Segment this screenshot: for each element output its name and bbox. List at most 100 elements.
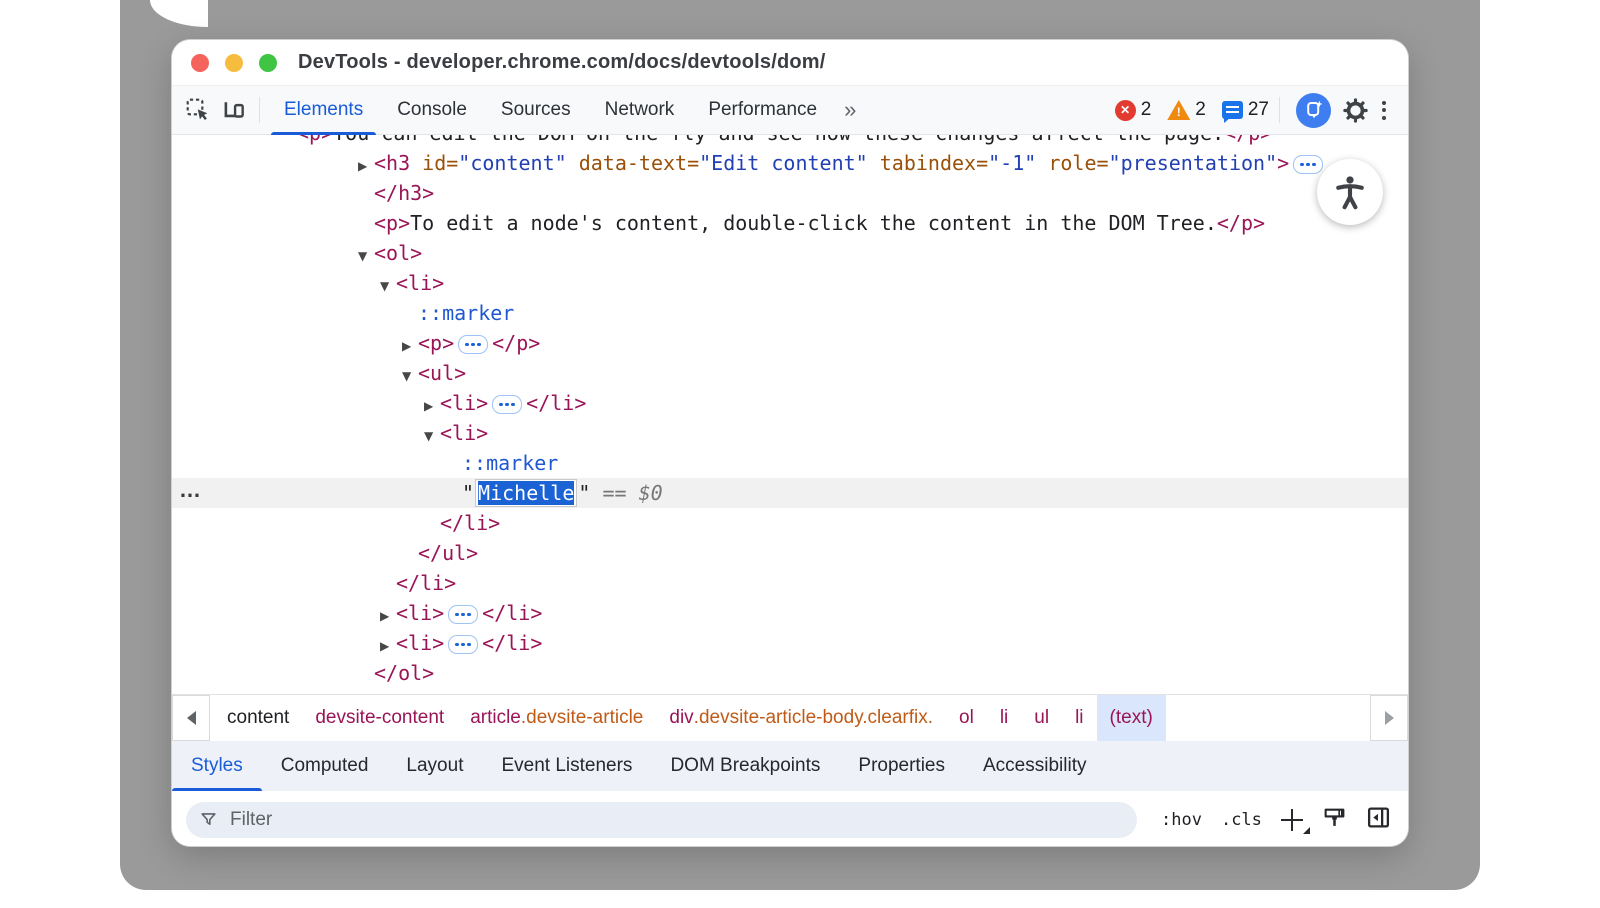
- style-brush-icon[interactable]: [1322, 805, 1347, 835]
- selected-text-value: Michelle: [478, 481, 574, 505]
- accessibility-overlay-button[interactable]: [1317, 159, 1383, 225]
- inspect-element-icon[interactable]: [180, 92, 216, 128]
- breadcrumb-item[interactable]: div.devsite-article-body.clearfix.: [656, 695, 946, 741]
- dom-tree-row[interactable]: ▶<li></li>: [172, 388, 1408, 418]
- breadcrumb-item[interactable]: devsite-content: [302, 695, 457, 741]
- breadcrumb-prev-icon[interactable]: [172, 695, 210, 741]
- expand-arrow-icon[interactable]: ▶: [380, 601, 396, 631]
- dom-tree-row[interactable]: ::marker: [172, 298, 1408, 328]
- issues-badge[interactable]: 27: [1222, 99, 1269, 121]
- breadcrumb-part: li: [1075, 707, 1083, 729]
- inline-expand-ellipsis-button[interactable]: [458, 335, 488, 354]
- inline-expand-ellipsis-button[interactable]: [492, 395, 522, 414]
- code-segment-text: ": [462, 481, 474, 505]
- tab-event-listeners[interactable]: Event Listeners: [482, 741, 651, 791]
- error-badge[interactable]: ✕ 2: [1115, 99, 1152, 121]
- code-segment-text: You can edit the DOM on the fly and see …: [333, 135, 1224, 145]
- code-segment-val: "presentation": [1109, 151, 1278, 175]
- tab-network[interactable]: Network: [588, 86, 692, 134]
- dom-tree-row[interactable]: ▼<li>: [172, 418, 1408, 448]
- collapse-arrow-icon[interactable]: ▼: [424, 421, 440, 451]
- close-window-button[interactable]: [191, 54, 209, 72]
- dock-side-icon[interactable]: [1366, 805, 1391, 835]
- tab-sources[interactable]: Sources: [484, 86, 588, 134]
- ai-assistant-icon[interactable]: [1296, 93, 1331, 128]
- code-segment-tag: >: [1277, 151, 1289, 175]
- tab-styles[interactable]: Styles: [172, 741, 262, 791]
- expand-arrow-icon[interactable]: ▶: [380, 631, 396, 661]
- tab-properties[interactable]: Properties: [839, 741, 964, 791]
- code-segment-tag: <p>: [297, 135, 333, 145]
- error-count: 2: [1141, 99, 1152, 121]
- code-segment-tag: <p>: [418, 331, 454, 355]
- dom-tree-row[interactable]: </li>: [172, 508, 1408, 538]
- dom-tree-row[interactable]: ▶<h3 id="content" data-text="Edit conten…: [172, 148, 1408, 178]
- zoom-window-button[interactable]: [259, 54, 277, 72]
- dom-tree-row[interactable]: ▼<ol>: [172, 238, 1408, 268]
- tab-elements[interactable]: Elements: [267, 86, 380, 134]
- window-title: DevTools - developer.chrome.com/docs/dev…: [298, 51, 826, 74]
- dom-tree-row[interactable]: ▶<li></li>: [172, 598, 1408, 628]
- dom-tree-row[interactable]: ▶<p></p>: [172, 328, 1408, 358]
- tab-console[interactable]: Console: [380, 86, 484, 134]
- breadcrumb-part: content: [227, 707, 289, 729]
- settings-gear-icon[interactable]: [1337, 92, 1373, 128]
- dom-tree-row[interactable]: <p>To edit a node's content, double-clic…: [172, 208, 1408, 238]
- breadcrumb-item[interactable]: (text): [1097, 695, 1166, 741]
- dom-tree-row[interactable]: ▶<li></li>: [172, 628, 1408, 658]
- expand-arrow-icon[interactable]: ▶: [424, 391, 440, 421]
- code-segment-tag: </li>: [482, 631, 542, 655]
- inline-expand-ellipsis-button[interactable]: [448, 635, 478, 654]
- code-segment-tag: </p>: [1217, 211, 1265, 235]
- dom-tree-row[interactable]: ▼<ul>: [172, 358, 1408, 388]
- dom-tree-row[interactable]: </ol>: [172, 658, 1408, 688]
- filter-field[interactable]: [186, 802, 1137, 838]
- breadcrumb-next-icon[interactable]: [1370, 695, 1408, 741]
- code-segment-val: "content": [458, 151, 566, 175]
- dom-tree-row[interactable]: <p>You can edit the DOM on the fly and s…: [172, 135, 1408, 148]
- breadcrumb-part: devsite-content: [315, 707, 444, 729]
- warning-badge[interactable]: ! 2: [1167, 99, 1206, 121]
- code-segment-tag: </p>: [1224, 135, 1272, 145]
- new-style-rule-button[interactable]: [1281, 809, 1303, 831]
- breadcrumb-item[interactable]: li: [987, 695, 1021, 741]
- dom-tree-row[interactable]: </li>: [172, 568, 1408, 598]
- device-toolbar-icon[interactable]: [216, 92, 252, 128]
- expand-arrow-icon[interactable]: ▶: [358, 151, 374, 181]
- inline-text-editbox[interactable]: Michelle: [476, 480, 576, 506]
- code-segment-tag: <p>: [374, 211, 410, 235]
- expand-arrow-icon[interactable]: ▶: [402, 331, 418, 361]
- code-segment-muted: ==: [590, 481, 638, 505]
- toggle-pseudo-state-button[interactable]: :hov: [1161, 810, 1202, 830]
- dom-tree-row[interactable]: </ul>: [172, 538, 1408, 568]
- collapse-arrow-icon[interactable]: ▼: [380, 271, 396, 301]
- tab-layout[interactable]: Layout: [387, 741, 482, 791]
- tab-accessibility[interactable]: Accessibility: [964, 741, 1105, 791]
- collapse-arrow-icon[interactable]: ▼: [358, 241, 374, 271]
- row-more-actions-icon[interactable]: …: [179, 475, 202, 505]
- more-options-menu-icon[interactable]: [1373, 101, 1395, 120]
- breadcrumb-item[interactable]: article.devsite-article: [457, 695, 656, 741]
- inline-expand-ellipsis-button[interactable]: [448, 605, 478, 624]
- inline-expand-ellipsis-button[interactable]: [1293, 155, 1323, 174]
- breadcrumb-item[interactable]: li: [1062, 695, 1096, 741]
- collapse-arrow-icon[interactable]: ▼: [402, 361, 418, 391]
- breadcrumb-part: .devsite-article-body.clearfix.: [694, 707, 933, 729]
- breadcrumb-item[interactable]: ul: [1021, 695, 1062, 741]
- dom-tree-row[interactable]: …"Michelle" == $0: [172, 478, 1408, 508]
- dom-tree-row[interactable]: </h3>: [172, 178, 1408, 208]
- dom-tree-row[interactable]: ::marker: [172, 448, 1408, 478]
- tab-dom-breakpoints[interactable]: DOM Breakpoints: [651, 741, 839, 791]
- error-icon: ✕: [1115, 100, 1136, 121]
- minimize-window-button[interactable]: [225, 54, 243, 72]
- tab-computed[interactable]: Computed: [262, 741, 388, 791]
- tab-performance[interactable]: Performance: [691, 86, 834, 134]
- more-tabs-chevron-icon[interactable]: »: [834, 97, 866, 123]
- breadcrumb-item[interactable]: ol: [946, 695, 987, 741]
- dom-tree-row[interactable]: ▼<li>: [172, 268, 1408, 298]
- breadcrumb-item[interactable]: content: [214, 695, 302, 741]
- screenshot-stage: DevTools - developer.chrome.com/docs/dev…: [0, 0, 1600, 908]
- code-segment-tag: </ol>: [374, 661, 434, 685]
- filter-input[interactable]: [228, 808, 1124, 832]
- element-classes-button[interactable]: .cls: [1221, 810, 1262, 830]
